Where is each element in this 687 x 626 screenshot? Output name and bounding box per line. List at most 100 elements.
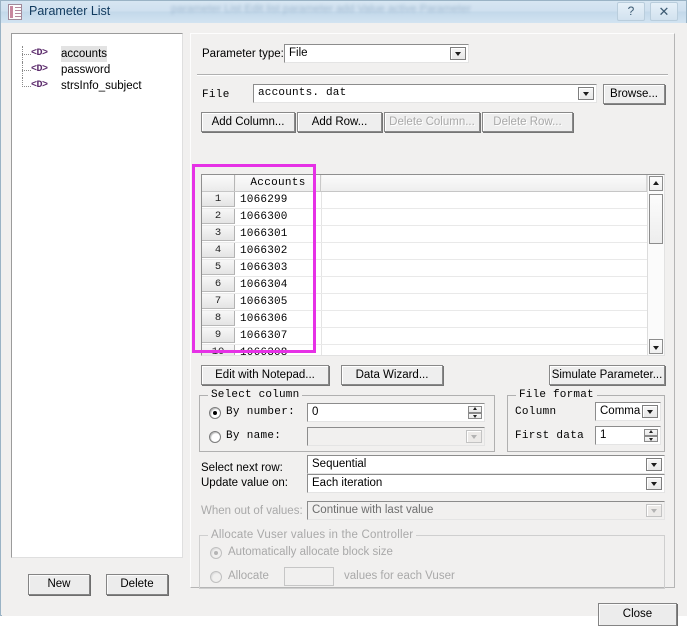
parameter-data-grid[interactable]: Accounts 1 1066299 2 1066300 3 1066301 4 106630… — [201, 174, 665, 356]
chevron-down-icon — [466, 430, 482, 443]
accounts-cell[interactable]: 1066307 — [240, 328, 288, 344]
column-divider — [321, 243, 322, 259]
table-row[interactable]: 4 1066302 — [202, 243, 647, 260]
table-row[interactable]: 9 1066307 — [202, 328, 647, 345]
row-header-cell[interactable]: 7 — [202, 294, 235, 309]
accounts-cell[interactable]: 1066300 — [240, 209, 288, 225]
row-header-cell[interactable]: 2 — [202, 209, 235, 224]
file-label: File — [202, 89, 230, 101]
row-header-cell[interactable]: 1 — [202, 192, 235, 207]
table-row[interactable]: 2 1066300 — [202, 209, 647, 226]
file-format-title: File format — [516, 389, 597, 401]
table-row[interactable]: 1 1066299 — [202, 192, 647, 209]
parameter-tag-icon: <D> — [31, 48, 48, 59]
row-header-cell[interactable]: 4 — [202, 243, 235, 258]
manual-allocate-input — [284, 567, 334, 586]
accounts-cell[interactable]: 1066299 — [240, 192, 288, 208]
grid-vertical-scrollbar[interactable] — [647, 175, 664, 355]
column-format-select[interactable]: Comma — [595, 402, 661, 421]
parameter-tree[interactable]: <D> accounts <D> password <D> strsInfo_s… — [11, 33, 183, 558]
row-header-cell[interactable]: 9 — [202, 328, 235, 343]
dialog-client-area: <D> accounts <D> password <D> strsInfo_s… — [2, 23, 687, 626]
table-row[interactable]: 7 1066305 — [202, 294, 647, 311]
column-divider — [321, 192, 322, 208]
first-data-label: First data — [515, 430, 585, 442]
scrollbar-thumb[interactable] — [649, 194, 663, 244]
accounts-cell[interactable]: 1066301 — [240, 226, 288, 242]
parameter-type-value: File — [289, 47, 308, 59]
tree-item-password[interactable]: <D> password — [12, 62, 182, 78]
scroll-down-icon[interactable] — [649, 339, 663, 354]
add-row-button[interactable]: Add Row... — [297, 112, 382, 132]
column-divider — [321, 226, 322, 242]
first-data-input[interactable]: 1 — [595, 426, 661, 445]
scroll-up-icon[interactable] — [649, 176, 663, 191]
tree-item-label: accounts — [61, 46, 108, 62]
grid-corner-cell[interactable] — [202, 175, 235, 191]
row-header-cell[interactable]: 3 — [202, 226, 235, 241]
accounts-cell[interactable]: 1066308 — [240, 345, 288, 355]
number-stepper[interactable] — [468, 406, 482, 419]
grid-column-header-accounts[interactable]: Accounts — [236, 175, 321, 191]
add-column-button[interactable]: Add Column... — [201, 112, 295, 132]
tree-item-label: password — [61, 64, 111, 76]
when-out-of-values-select: Continue with last value — [307, 501, 665, 520]
column-format-label: Column — [515, 406, 557, 418]
chevron-down-icon[interactable] — [578, 87, 594, 100]
chevron-down-icon[interactable] — [646, 458, 662, 471]
table-row[interactable]: 10 1066308 — [202, 345, 647, 355]
select-column-title: Select column — [208, 389, 303, 401]
accounts-cell[interactable]: 1066306 — [240, 311, 288, 327]
parameter-type-select[interactable]: File — [284, 44, 469, 63]
update-value-on-select[interactable]: Each iteration — [307, 474, 665, 493]
by-name-select — [307, 427, 485, 446]
window-title: Parameter List — [29, 4, 111, 18]
chevron-down-icon[interactable] — [646, 477, 662, 490]
column-format-value: Comma — [600, 405, 641, 417]
stepper-down-icon[interactable] — [644, 435, 658, 442]
by-number-input[interactable]: 0 — [307, 403, 485, 422]
column-divider — [321, 311, 322, 327]
row-header-cell[interactable]: 10 — [202, 345, 235, 355]
row-header-cell[interactable]: 8 — [202, 311, 235, 326]
by-name-radio[interactable] — [209, 431, 221, 443]
auto-allocate-label: Automatically allocate block size — [228, 546, 393, 558]
accounts-cell[interactable]: 1066305 — [240, 294, 288, 310]
delete-column-button: Delete Column... — [384, 112, 480, 132]
column-divider — [321, 277, 322, 293]
edit-with-notepad-button[interactable]: Edit with Notepad... — [201, 365, 329, 385]
tree-item-accounts[interactable]: <D> accounts — [12, 46, 182, 62]
by-number-value: 0 — [312, 406, 319, 418]
file-input[interactable]: accounts. dat — [253, 84, 597, 103]
table-row[interactable]: 5 1066303 — [202, 260, 647, 277]
title-bar: parameter List Edit list parameter add V… — [1, 1, 686, 23]
accounts-cell[interactable]: 1066303 — [240, 260, 288, 276]
new-button[interactable]: New — [28, 574, 90, 595]
accounts-cell[interactable]: 1066304 — [240, 277, 288, 293]
row-header-cell[interactable]: 6 — [202, 277, 235, 292]
close-icon[interactable]: ✕ — [650, 2, 678, 21]
by-number-radio[interactable] — [209, 407, 221, 419]
row-header-cell[interactable]: 5 — [202, 260, 235, 275]
table-row[interactable]: 6 1066304 — [202, 277, 647, 294]
select-next-row-label: Select next row: — [201, 462, 283, 474]
parameter-list-window: parameter List Edit list parameter add V… — [0, 0, 687, 626]
browse-button[interactable]: Browse... — [603, 84, 665, 104]
first-data-stepper[interactable] — [644, 429, 658, 442]
close-button[interactable]: Close — [598, 603, 677, 626]
first-data-value: 1 — [600, 429, 607, 441]
simulate-parameter-button[interactable]: Simulate Parameter... — [549, 365, 665, 385]
accounts-cell[interactable]: 1066302 — [240, 243, 288, 259]
help-icon[interactable]: ? — [617, 2, 645, 21]
select-next-row-select[interactable]: Sequential — [307, 455, 665, 474]
stepper-down-icon[interactable] — [468, 412, 482, 419]
data-wizard-button[interactable]: Data Wizard... — [341, 365, 443, 385]
tree-item-strsinfo-subject[interactable]: <D> strsInfo_subject — [12, 78, 182, 94]
table-row[interactable]: 8 1066306 — [202, 311, 647, 328]
delete-button[interactable]: Delete — [106, 574, 168, 595]
titlebar-background-blur: parameter List Edit list parameter add V… — [171, 3, 471, 15]
chevron-down-icon[interactable] — [450, 47, 466, 60]
chevron-down-icon[interactable] — [642, 405, 658, 418]
table-row[interactable]: 3 1066301 — [202, 226, 647, 243]
column-divider — [321, 209, 322, 225]
